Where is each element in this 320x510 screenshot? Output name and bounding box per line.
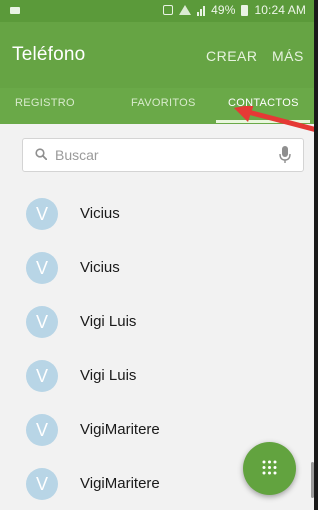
avatar: V xyxy=(26,414,58,446)
app-title: Teléfono xyxy=(12,44,86,65)
contact-row[interactable]: V Vicius xyxy=(0,240,318,288)
signal-icon xyxy=(197,5,206,16)
avatar: V xyxy=(26,468,58,500)
wifi-icon xyxy=(179,5,192,15)
contact-name: VigiMaritere xyxy=(80,475,160,492)
contact-name: VigiMaritere xyxy=(80,421,160,438)
more-button[interactable]: MÁS xyxy=(272,48,304,64)
create-button[interactable]: CREAR xyxy=(206,48,258,64)
dialpad-icon xyxy=(262,460,277,475)
phone-screen: 49% 10:24 AM Teléfono CREAR MÁS REGISTRO… xyxy=(0,0,318,510)
notification-icon xyxy=(10,7,20,14)
status-bar: 49% 10:24 AM xyxy=(0,0,318,22)
device-edge xyxy=(314,0,318,510)
contact-row[interactable]: V Vigi Luis xyxy=(0,294,318,342)
microphone-icon[interactable] xyxy=(279,146,291,164)
contact-row[interactable]: V Vigi Luis xyxy=(0,348,318,396)
status-indicators: 49% 10:24 AM xyxy=(163,3,306,17)
nfc-icon xyxy=(163,5,174,15)
search-icon xyxy=(35,148,47,160)
red-arrow-icon xyxy=(234,106,318,133)
avatar: V xyxy=(26,252,58,284)
tab-registro[interactable]: REGISTRO xyxy=(15,97,75,109)
avatar: V xyxy=(26,360,58,392)
contact-name: Vigi Luis xyxy=(80,367,137,384)
tab-favoritos[interactable]: FAVORITOS xyxy=(131,97,196,109)
contact-name: Vicius xyxy=(80,259,120,276)
contact-row[interactable]: V Vicius xyxy=(0,186,318,234)
search-box[interactable]: Buscar xyxy=(22,138,304,172)
battery-percent: 49% xyxy=(211,3,236,17)
battery-icon xyxy=(241,4,249,16)
search-input[interactable]: Buscar xyxy=(55,147,99,163)
app-bar: Teléfono CREAR MÁS xyxy=(0,22,318,88)
avatar: V xyxy=(26,198,58,230)
dialpad-button[interactable] xyxy=(243,442,296,495)
avatar: V xyxy=(26,306,58,338)
contact-name: Vigi Luis xyxy=(80,313,137,330)
contact-name: Vicius xyxy=(80,205,120,222)
clock: 10:24 AM xyxy=(254,3,306,17)
